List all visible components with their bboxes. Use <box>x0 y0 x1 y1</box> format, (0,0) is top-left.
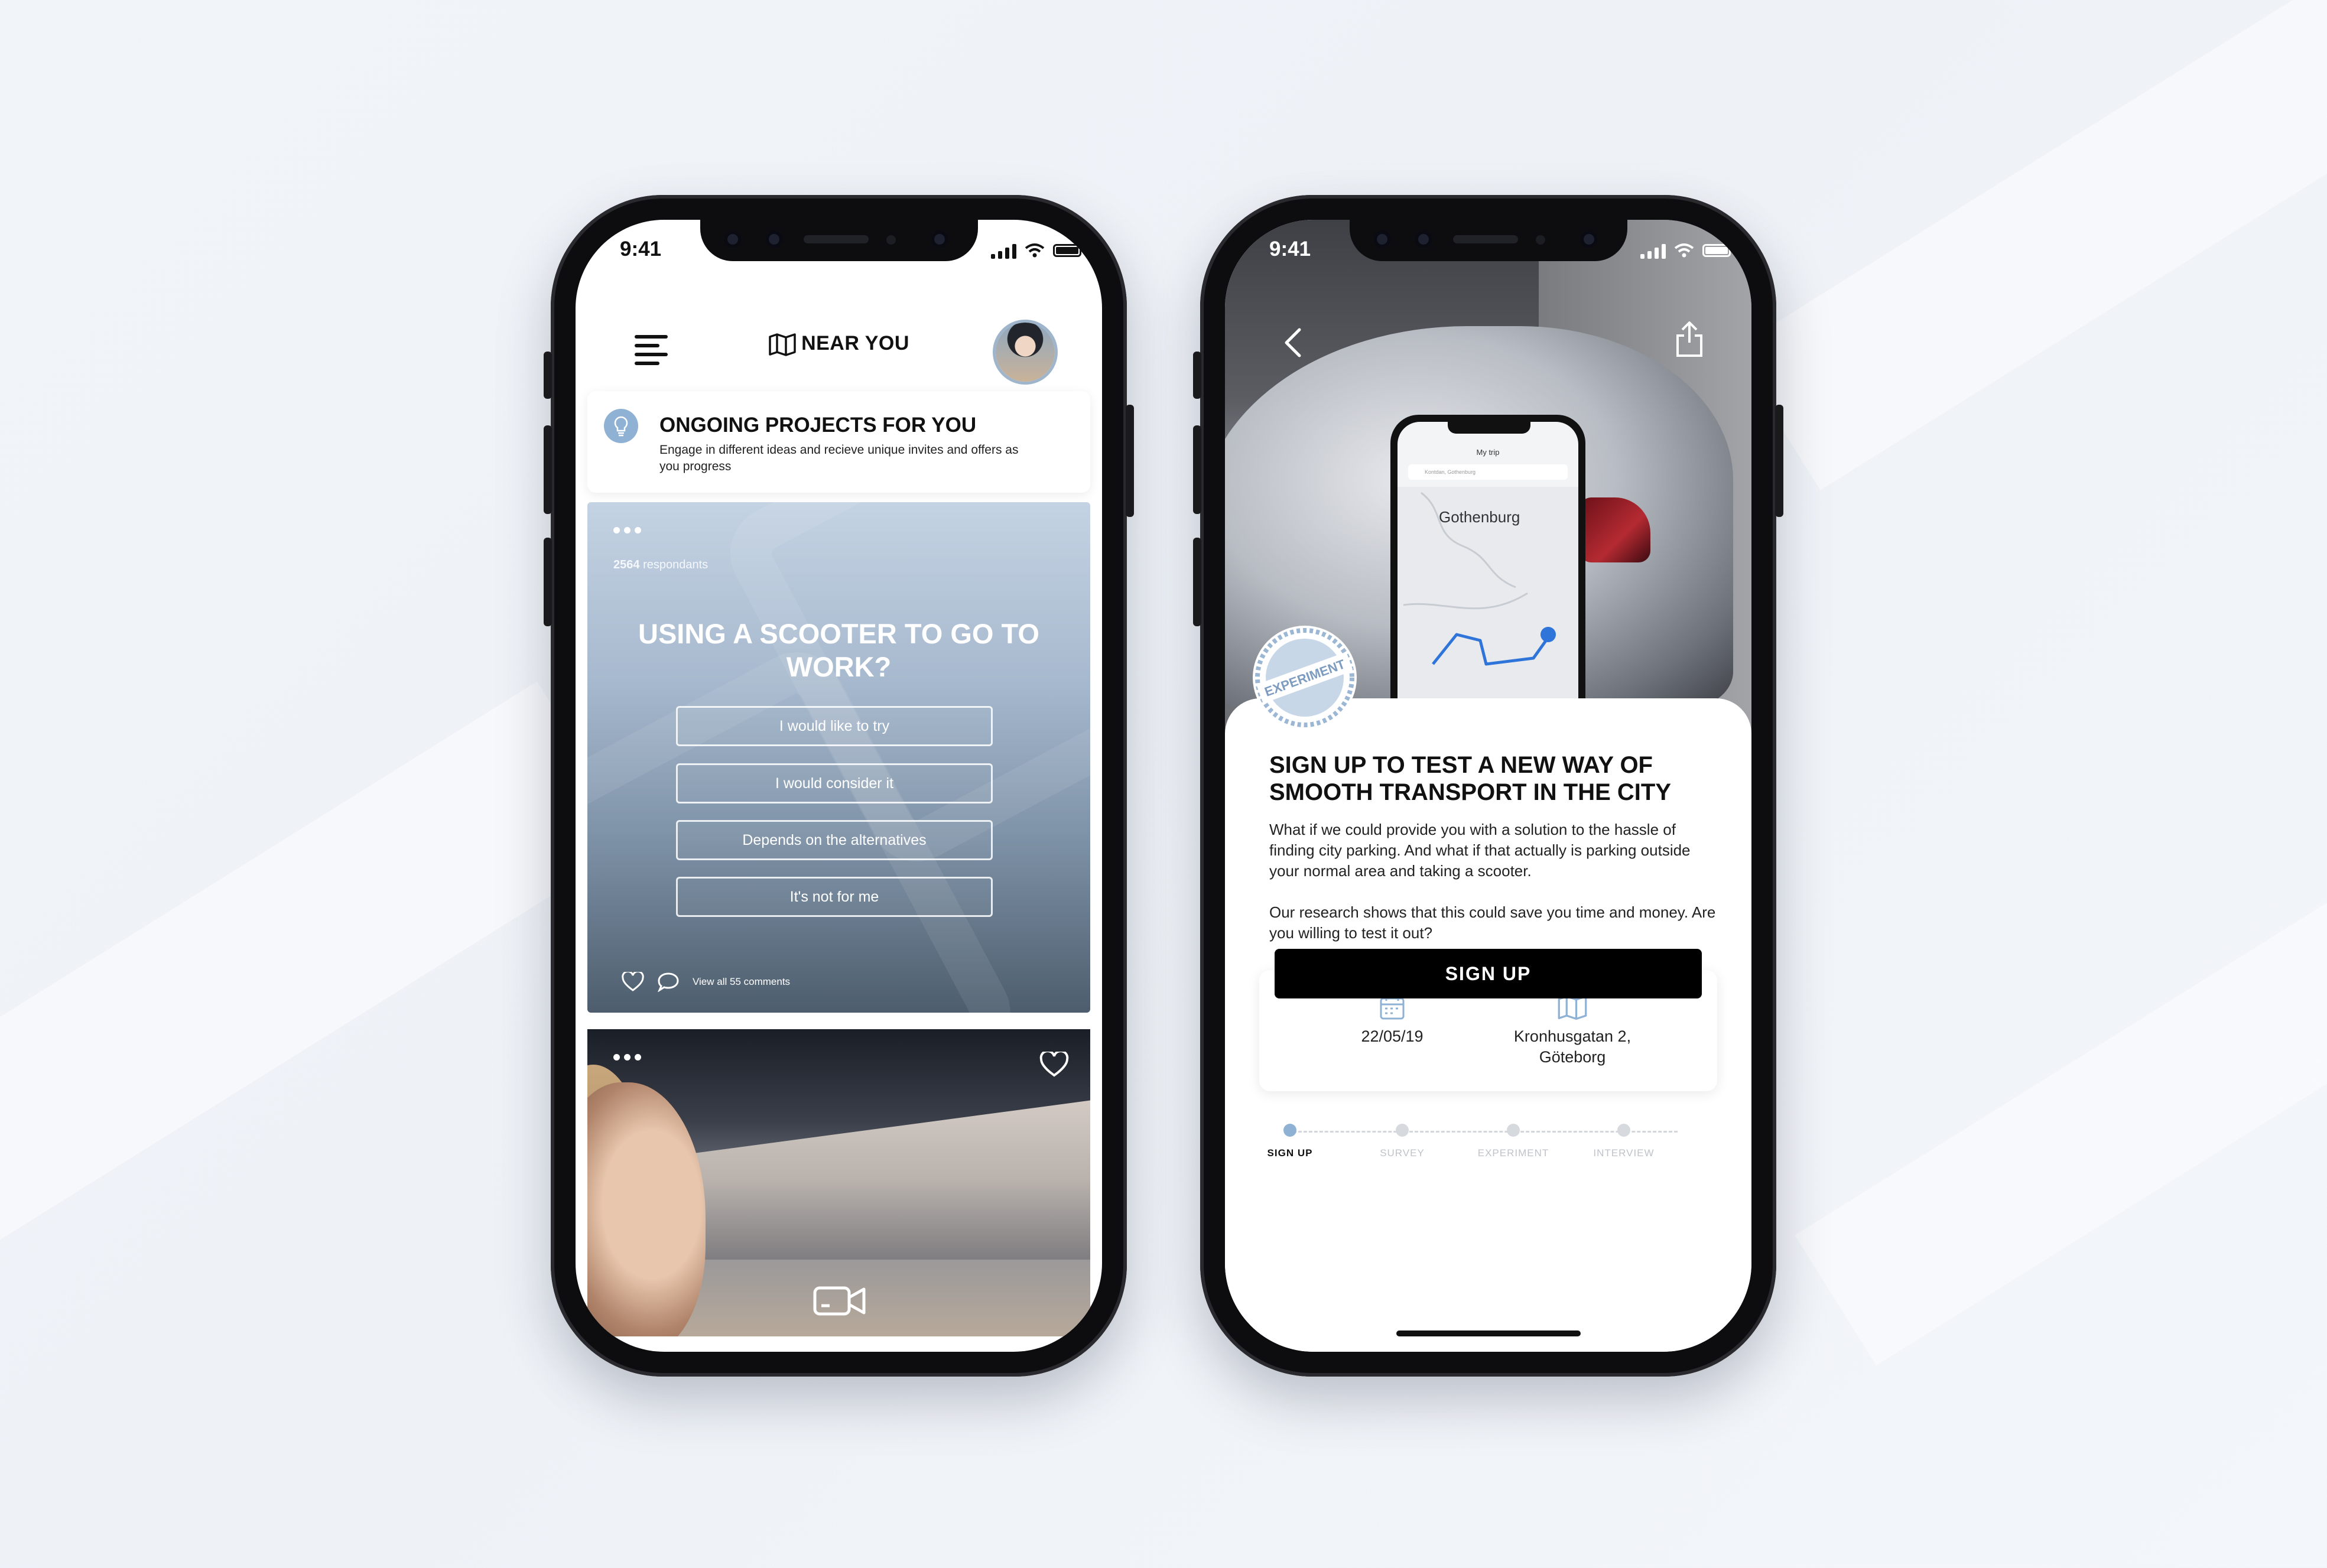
mini-search: Kontdan, Gothenburg <box>1408 464 1568 480</box>
event-location: Kronhusgatan 2, Göteborg <box>1484 994 1661 1068</box>
app-header: NEAR YOU <box>576 308 1102 385</box>
progress-steps: SIGN UP SURVEY EXPERIMENT INTERVIEW <box>1268 1124 1707 1171</box>
event-location-line1: Kronhusgatan 2, <box>1513 1027 1632 1045</box>
survey-option-1[interactable]: I would like to try <box>676 706 993 746</box>
sign-up-button[interactable]: SIGN UP <box>1275 949 1702 998</box>
ongoing-subtitle: Engage in different ideas and recieve un… <box>659 443 1019 473</box>
lightbulb-icon <box>604 409 638 443</box>
ongoing-projects-card[interactable]: ONGOING PROJECTS FOR YOU Engage in diffe… <box>587 391 1090 493</box>
event-date-value: 22/05/19 <box>1361 1027 1424 1045</box>
description-paragraph-2: Our research shows that this could save … <box>1269 903 1716 942</box>
ongoing-title: ONGOING PROJECTS FOR YOU <box>659 414 977 437</box>
mini-phone-mockup: My trip Kontdan, Gothenburg Gothenburg <box>1390 415 1585 734</box>
share-icon[interactable] <box>1675 320 1704 358</box>
phone-mockup-near-you: 9:41 NEAR YOU ONGOING PROJECTS FOR YOU E… <box>544 195 1134 1377</box>
phone1-screen: 9:41 NEAR YOU ONGOING PROJECTS FOR YOU E… <box>576 220 1102 1352</box>
signal-icon <box>1640 242 1666 259</box>
survey-card: 2564 respondants USING A SCOOTER TO GO T… <box>587 502 1090 1013</box>
status-time: 9:41 <box>1269 238 1311 261</box>
phone-mockup-signup: My trip Kontdan, Gothenburg Gothenburg 9… <box>1193 195 1783 1377</box>
survey-question: USING A SCOOTER TO GO TO WORK? <box>638 618 1039 682</box>
phone-notch <box>700 220 978 261</box>
heart-icon[interactable] <box>1039 1052 1069 1078</box>
event-location-line2: Göteborg <box>1539 1048 1606 1066</box>
mini-map: Gothenburg <box>1398 487 1578 734</box>
mini-city-label: Gothenburg <box>1439 508 1520 526</box>
wifi-icon <box>1674 243 1694 258</box>
video-person <box>587 1082 706 1336</box>
signup-sheet: SIGN UP TO TEST A NEW WAY OF SMOOTH TRAN… <box>1225 698 1751 1352</box>
phone-notch <box>1349 220 1627 261</box>
description-paragraph-1: What if we could provide you with a solu… <box>1269 821 1691 880</box>
event-date: 22/05/19 <box>1330 994 1454 1047</box>
survey-option-4[interactable]: It's not for me <box>676 877 993 917</box>
experiment-stamp-badge: EXPERIMENT <box>1249 622 1361 734</box>
battery-icon <box>1702 244 1731 257</box>
battery-icon <box>1053 244 1081 257</box>
back-chevron-icon[interactable] <box>1282 326 1305 359</box>
view-comments-link[interactable]: View all 55 comments <box>693 976 790 988</box>
near-you-label: NEAR YOU <box>801 332 909 354</box>
social-bar: View all 55 comments <box>622 972 790 992</box>
heart-icon[interactable] <box>622 972 644 992</box>
map-icon <box>769 333 796 356</box>
comment-icon[interactable] <box>657 972 680 992</box>
more-options-icon[interactable] <box>613 1054 641 1060</box>
step-interview: INTERVIEW <box>1568 1124 1680 1159</box>
step-experiment: EXPERIMENT <box>1457 1124 1569 1159</box>
avatar[interactable] <box>996 323 1055 382</box>
step-sign-up: SIGN UP <box>1234 1124 1346 1159</box>
wifi-icon <box>1025 243 1045 258</box>
home-indicator[interactable] <box>1396 1330 1581 1336</box>
survey-option-3[interactable]: Depends on the alternatives <box>676 820 993 860</box>
step-survey: SURVEY <box>1346 1124 1458 1159</box>
video-camera-icon[interactable] <box>813 1283 866 1319</box>
video-card[interactable] <box>587 1029 1090 1336</box>
signal-icon <box>991 242 1016 259</box>
car-window <box>694 1082 1090 1260</box>
signup-title: SIGN UP TO TEST A NEW WAY OF SMOOTH TRAN… <box>1269 752 1671 805</box>
mini-title: My trip <box>1476 448 1500 457</box>
more-options-icon[interactable] <box>613 527 641 533</box>
status-time: 9:41 <box>620 238 662 261</box>
respondants-count: 2564 respondants <box>613 558 708 571</box>
phone2-screen: My trip Kontdan, Gothenburg Gothenburg 9… <box>1225 220 1751 1352</box>
survey-option-2[interactable]: I would consider it <box>676 763 993 803</box>
